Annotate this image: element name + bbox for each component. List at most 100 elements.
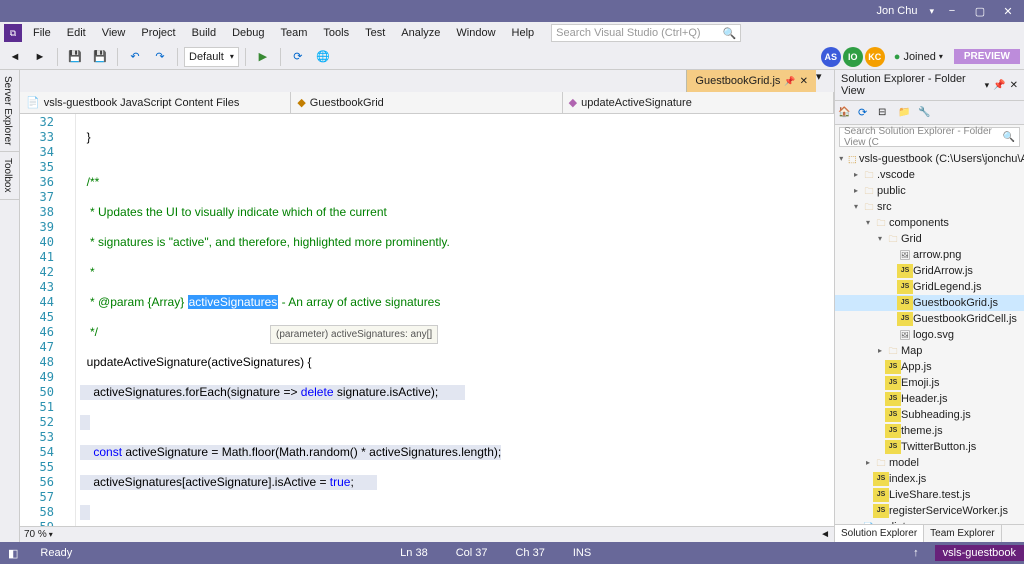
tree-root[interactable]: ▾ ⬚ vsls-guestbook (C:\Users\jonchu\AppD… [835,151,1024,167]
minimize-button[interactable]: − [942,5,962,17]
tree-node[interactable]: JS LiveShare.test.js [835,487,1024,503]
tree-node[interactable]: ▸🗀 .vscode [835,167,1024,183]
save-button[interactable]: 💾 [64,46,86,68]
nav-class[interactable]: ◆ GuestbookGrid [291,92,562,113]
sync-button[interactable]: ⟳ [287,46,309,68]
separator [245,48,246,66]
properties-button[interactable]: 🔧 [918,107,936,118]
user-menu-icon[interactable]: ▾ [929,6,934,17]
tree-node[interactable]: JS TwitterButton.js [835,439,1024,455]
tree-node-label: model [889,456,919,470]
expand-icon[interactable]: ▾ [851,200,861,214]
menu-build[interactable]: Build [185,25,223,41]
tree-node[interactable]: JS Header.js [835,391,1024,407]
tree-node[interactable]: ▸🗀 public [835,183,1024,199]
tree-node[interactable]: JS index.js [835,471,1024,487]
code-editor[interactable]: 32 33 34 35 36 37 38 39 40 41 42 43 44 4… [20,114,834,526]
status-project[interactable]: vsls-guestbook [935,545,1024,561]
zoom-level[interactable]: 70 % [24,529,47,540]
tree-node[interactable]: ▾🗀 components [835,215,1024,231]
home-button[interactable]: 🏠 [838,107,856,118]
config-dropdown[interactable]: Default▾ [184,47,239,67]
avatar[interactable]: KC [865,47,885,67]
solution-search[interactable]: Search Solution Explorer - Folder View (… [839,127,1020,147]
tree-node[interactable]: JS Emoji.js [835,375,1024,391]
sync-button[interactable]: ⟳ [858,106,876,119]
expand-icon[interactable]: ▸ [851,168,861,182]
expand-icon[interactable]: ▾ [863,216,873,230]
avatar[interactable]: AS [821,47,841,67]
menu-team[interactable]: Team [274,25,315,41]
js-file-icon: JS [897,312,913,326]
menu-tools[interactable]: Tools [316,25,356,41]
expand-icon[interactable]: ▸ [875,344,885,358]
folder-icon: 🗀 [873,456,889,470]
js-file-icon: JS [873,472,889,486]
browser-button[interactable]: 🌐 [312,46,334,68]
tree-node[interactable]: JS GridLegend.js [835,279,1024,295]
nav-scope[interactable]: 📄 vsls-guestbook JavaScript Content File… [20,92,291,113]
redo-button[interactable]: ↷ [149,46,171,68]
close-button[interactable]: ✕ [998,5,1018,18]
team-explorer-tab[interactable]: Team Explorer [924,525,1001,542]
close-tab-button[interactable]: ✕ [800,76,808,87]
zoom-dropdown-icon[interactable]: ▾ [49,530,53,539]
document-tab[interactable]: GuestbookGrid.js 📌 ✕ [686,70,816,92]
tree-node[interactable]: JS GuestbookGridCell.js [835,311,1024,327]
avatar[interactable]: IO [843,47,863,67]
pane-menu-icon[interactable]: ▾ [985,80,990,91]
expand-icon[interactable]: ▸ [863,456,873,470]
menu-debug[interactable]: Debug [225,25,271,41]
tree-node[interactable]: JS theme.js [835,423,1024,439]
tree-node[interactable]: ▾🗀 src [835,199,1024,215]
quick-launch-search[interactable]: Search Visual Studio (Ctrl+Q) 🔍 [551,24,741,42]
sidebar-bottom-tabs: Solution Explorer Team Explorer [835,524,1024,542]
nav-back-button[interactable]: ◄ [4,46,26,68]
menu-help[interactable]: Help [505,25,542,41]
code-surface[interactable]: } /** * Updates the UI to visually indic… [76,114,834,526]
tree-node[interactable]: 🖼 logo.svg [835,327,1024,343]
tree-node[interactable]: JS GuestbookGrid.js [835,295,1024,311]
tree-node[interactable]: ▸🗀 Map [835,343,1024,359]
pane-close-icon[interactable]: ✕ [1010,80,1018,91]
liveshare-status[interactable]: ● Joined ▾ [894,51,943,63]
user-name[interactable]: Jon Chu [876,5,917,17]
show-all-button[interactable]: 📁 [898,107,916,118]
pane-title-bar[interactable]: Solution Explorer - Folder View ▾ 📌 ✕ [835,70,1024,101]
solution-explorer-tab[interactable]: Solution Explorer [835,525,924,542]
tree-node[interactable]: JS GridArrow.js [835,263,1024,279]
expand-icon[interactable]: ▸ [851,184,861,198]
menu-analyze[interactable]: Analyze [394,25,447,41]
tree-node[interactable]: ▾🗀 Grid [835,231,1024,247]
menu-view[interactable]: View [95,25,133,41]
tree-node[interactable]: JS Subheading.js [835,407,1024,423]
preview-badge[interactable]: PREVIEW [954,49,1020,64]
nav-member[interactable]: ◆ updateActiveSignature [563,92,834,113]
solution-tree[interactable]: ▾ ⬚ vsls-guestbook (C:\Users\jonchu\AppD… [835,149,1024,524]
pin-icon[interactable]: 📌 [784,76,795,87]
tree-node[interactable]: JS App.js [835,359,1024,375]
menu-edit[interactable]: Edit [60,25,93,41]
server-explorer-tab[interactable]: Server Explorer [0,70,19,152]
expand-icon[interactable]: ▾ [875,232,885,246]
nav-forward-button[interactable]: ► [29,46,51,68]
maximize-button[interactable]: ▢ [970,5,990,18]
tab-overflow-button[interactable]: ▾ [816,70,834,92]
tree-node[interactable]: ▸🗀 model [835,455,1024,471]
tree-node[interactable]: 🖼 arrow.png [835,247,1024,263]
menu-project[interactable]: Project [134,25,182,41]
status-publish-icon[interactable]: ↑ [913,547,919,559]
start-button[interactable]: ▶ [252,46,274,68]
undo-button[interactable]: ↶ [124,46,146,68]
toolbox-tab[interactable]: Toolbox [0,152,19,199]
pane-pin-icon[interactable]: 📌 [993,80,1005,91]
collapse-button[interactable]: ⊟ [878,107,896,118]
scroll-left-icon[interactable]: ◄ [820,529,830,540]
menu-file[interactable]: File [26,25,58,41]
menu-window[interactable]: Window [449,25,502,41]
status-ins: INS [567,547,597,559]
menu-test[interactable]: Test [358,25,392,41]
tree-node[interactable]: JS registerServiceWorker.js [835,503,1024,519]
expand-icon[interactable]: ▾ [837,152,845,166]
save-all-button[interactable]: 💾 [89,46,111,68]
